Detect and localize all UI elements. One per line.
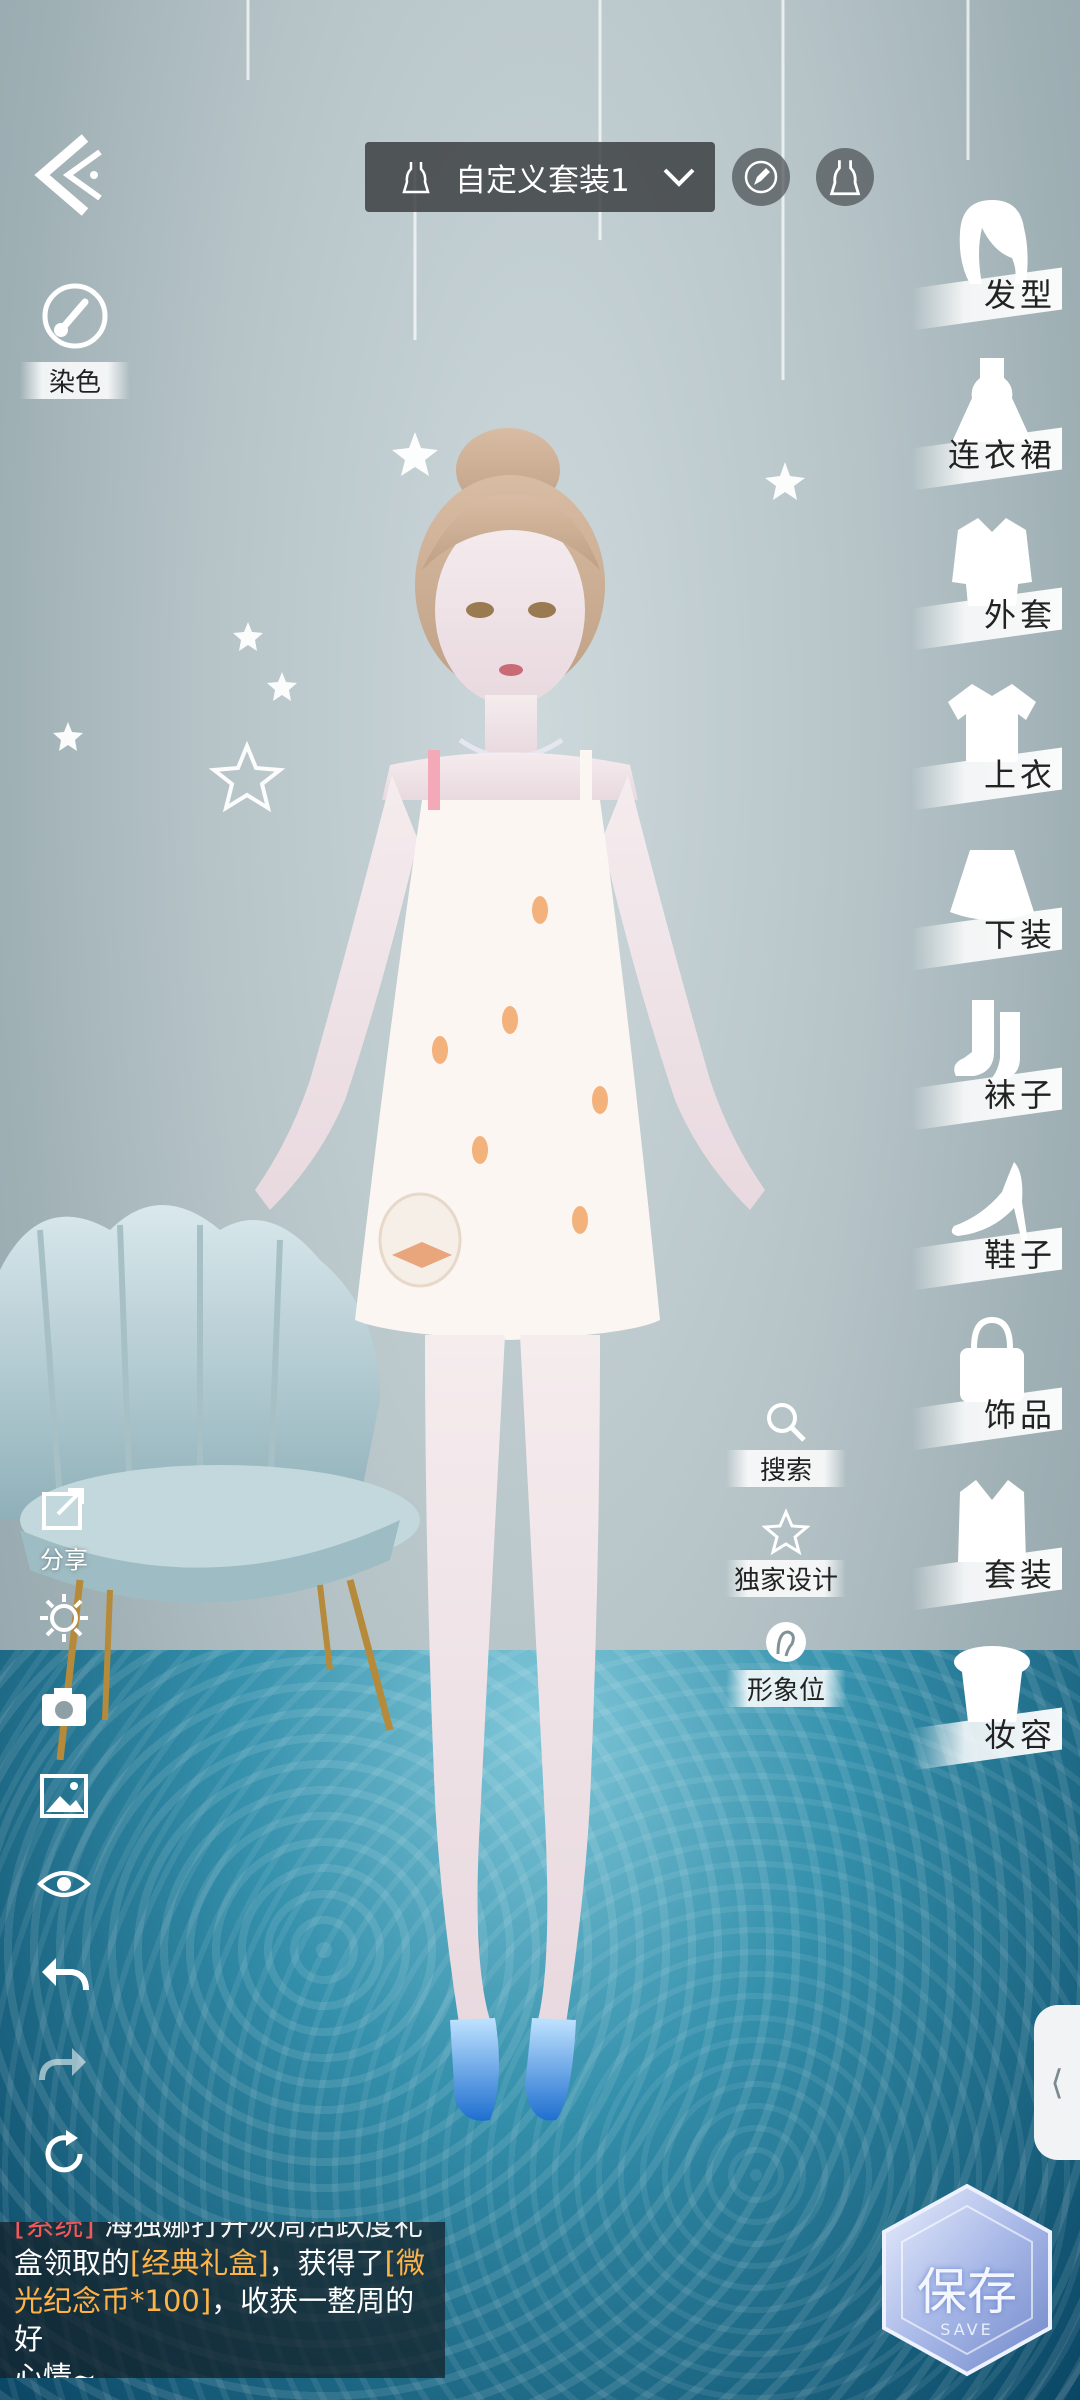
portrait-icon [766, 1622, 806, 1662]
exclusive-design-button[interactable]: 独家设计 [726, 1508, 846, 1597]
category-label: 发型 [983, 276, 1056, 314]
brightness-button[interactable] [32, 1590, 96, 1650]
category-label: 鞋子 [983, 1236, 1056, 1274]
chevron-down-icon [663, 168, 695, 187]
outfit-name: 自定义套装1 [455, 162, 630, 199]
image-icon [40, 1774, 88, 1818]
category-label: 袜子 [983, 1076, 1056, 1114]
share-label: 分享 [40, 1546, 88, 1574]
category-dress[interactable]: 连衣裙 [912, 352, 1062, 502]
edit-name-button[interactable] [732, 148, 790, 206]
palette-brush-icon [42, 283, 108, 349]
share-button[interactable]: 分享 [32, 1480, 96, 1575]
category-label: 套装 [983, 1556, 1056, 1594]
category-label: 饰品 [983, 1396, 1056, 1434]
category-top[interactable]: 上衣 [912, 672, 1062, 822]
save-button[interactable]: 保存 SAVE [872, 2180, 1062, 2380]
back-button[interactable] [30, 130, 110, 220]
redo-button[interactable] [32, 2036, 96, 2096]
camera-button[interactable] [32, 1678, 96, 1738]
exclusive-design-label: 独家设计 [726, 1560, 846, 1597]
outfit-selector[interactable]: 自定义套装1 [365, 142, 715, 212]
dress-icon [829, 160, 861, 196]
dye-button[interactable]: 染色 [20, 280, 130, 399]
expand-panel-handle[interactable]: ⟨ [1034, 2005, 1080, 2160]
save-sub-label: SAVE [940, 2320, 994, 2339]
sun-icon [40, 1594, 88, 1642]
eye-icon [37, 1871, 91, 1897]
image-slot-button[interactable]: 形象位 [726, 1618, 846, 1707]
reset-button[interactable] [32, 2126, 96, 2186]
dye-label: 染色 [20, 362, 130, 399]
search-icon [767, 1403, 806, 1442]
redo-icon [39, 2048, 86, 2081]
outfit-button[interactable] [816, 148, 874, 206]
undo-button[interactable] [32, 1946, 96, 2006]
system-tag: [系统] [14, 2222, 95, 2242]
system-chat-message: [系统] 海独娜打开灰周活跃度礼 盒领取的[经典礼盒]，获得了[微 光纪念币*1… [0, 2222, 445, 2378]
share-icon [42, 1488, 84, 1530]
search-button[interactable]: 搜索 [726, 1398, 846, 1487]
undo-icon [42, 1958, 89, 1991]
category-label: 外套 [983, 596, 1056, 634]
star-icon [761, 1508, 811, 1556]
category-makeup[interactable]: 妆容 [912, 1632, 1062, 1782]
image-slot-label: 形象位 [726, 1670, 846, 1707]
category-label: 下装 [983, 916, 1056, 954]
category-bottom[interactable]: 下装 [912, 832, 1062, 982]
category-coat[interactable]: 外套 [912, 512, 1062, 662]
camera-icon [42, 1688, 86, 1726]
category-label: 上衣 [983, 756, 1056, 794]
background-button[interactable] [32, 1768, 96, 1828]
hide-ui-button[interactable] [32, 1856, 96, 1916]
category-socks[interactable]: 袜子 [912, 992, 1062, 1142]
refresh-icon [45, 2130, 83, 2173]
dress-icon [402, 162, 430, 194]
category-label: 连衣裙 [947, 436, 1056, 474]
category-shoes[interactable]: 鞋子 [912, 1152, 1062, 1302]
search-label: 搜索 [726, 1450, 846, 1487]
category-suit[interactable]: 套装 [912, 1472, 1062, 1622]
save-label: 保存 [917, 2263, 1017, 2321]
pen-icon [744, 160, 778, 194]
category-label: 妆容 [983, 1716, 1056, 1754]
character-model [255, 428, 765, 2121]
star-icon [53, 722, 83, 751]
category-hair[interactable]: 发型 [912, 192, 1062, 342]
chevron-left-icon: ⟨ [1050, 2062, 1064, 2103]
category-accessory[interactable]: 饰品 [912, 1312, 1062, 1462]
